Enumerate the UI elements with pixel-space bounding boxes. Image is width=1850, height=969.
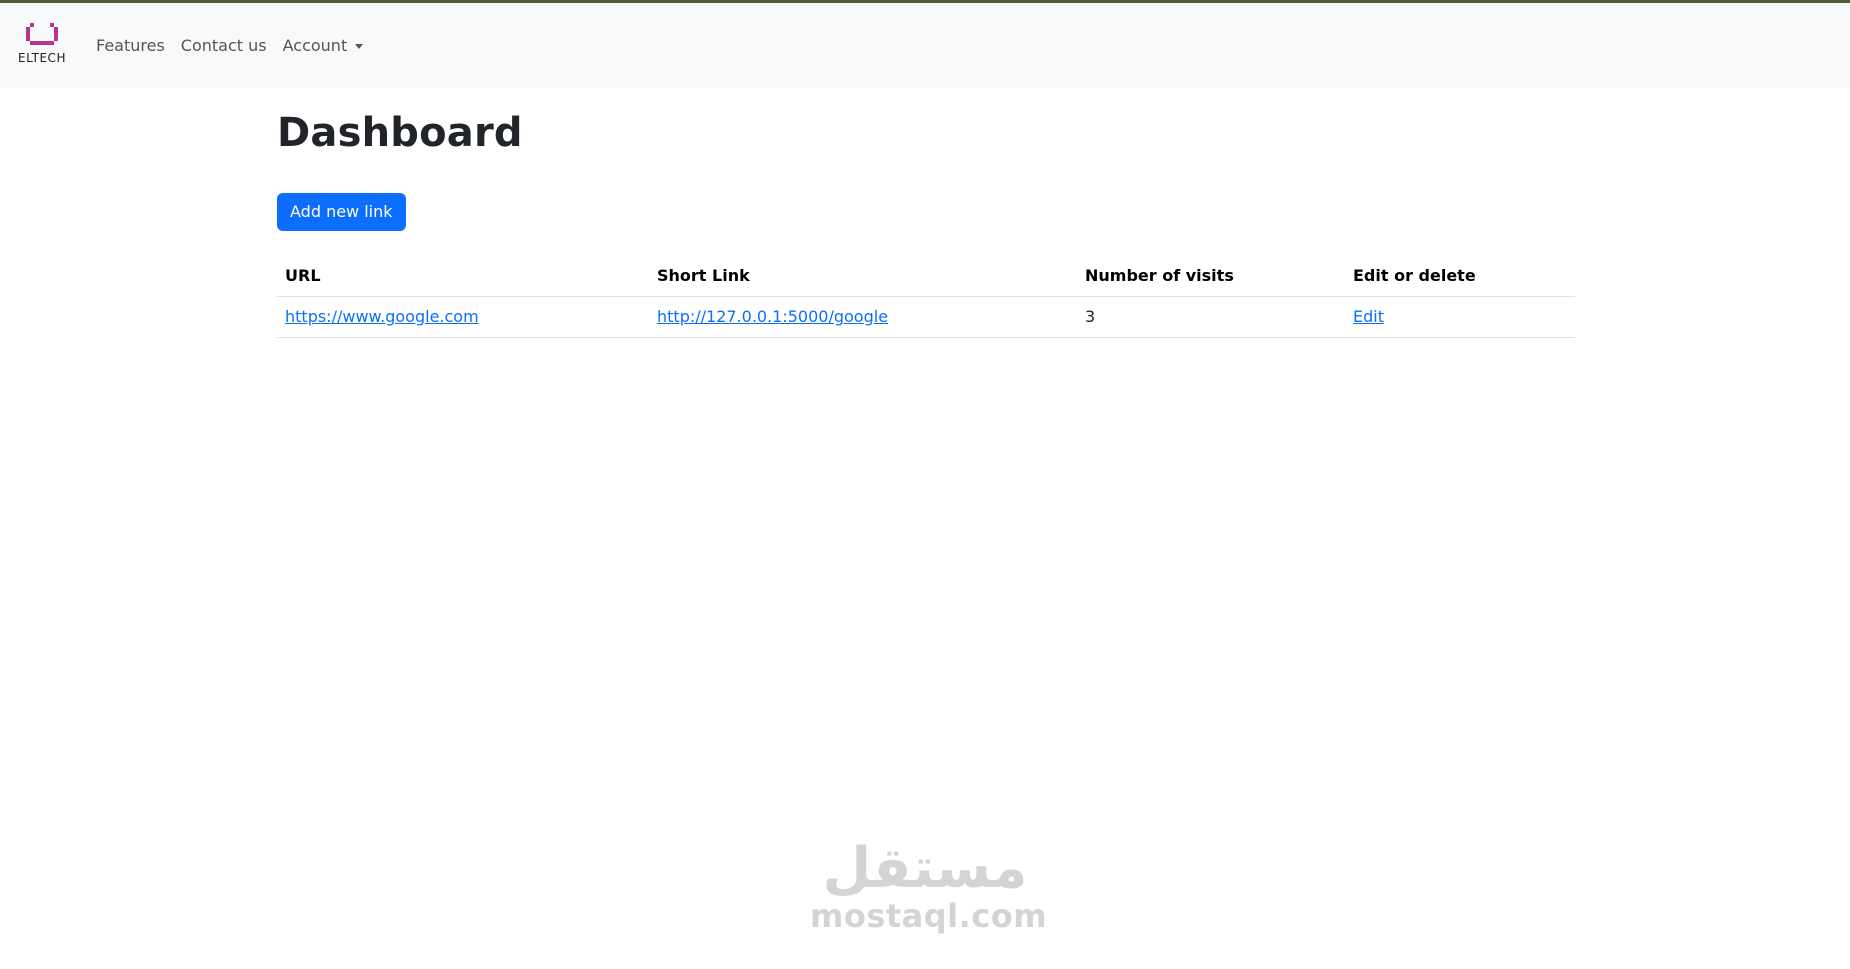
- table-row: https://www.google.com http://127.0.0.1:…: [277, 296, 1575, 338]
- add-new-link-button[interactable]: Add new link: [277, 193, 406, 231]
- short-link[interactable]: http://127.0.0.1:5000/google: [657, 307, 888, 326]
- nav-account-dropdown[interactable]: Account: [283, 36, 364, 55]
- nav-contact[interactable]: Contact us: [181, 36, 267, 55]
- brand-logo[interactable]: ELTECH: [12, 23, 72, 71]
- cell-visits: 3: [1077, 296, 1345, 338]
- page-title: Dashboard: [277, 110, 523, 156]
- watermark-arabic: مستقل: [822, 836, 1028, 901]
- header-url: URL: [277, 256, 649, 297]
- cell-action: Edit: [1345, 296, 1575, 338]
- nav-account-label: Account: [282, 36, 348, 55]
- watermark: مستقل mostaql.com: [810, 836, 1048, 935]
- brand-text: ELTECH: [18, 51, 66, 65]
- header-edit-delete: Edit or delete: [1345, 256, 1575, 297]
- nav-links: Features Contact us Account: [96, 36, 379, 55]
- watermark-latin: mostaql.com: [810, 897, 1048, 935]
- table-header-row: URL Short Link Number of visits Edit or …: [277, 256, 1575, 297]
- nav-features[interactable]: Features: [96, 36, 165, 55]
- links-table: URL Short Link Number of visits Edit or …: [277, 256, 1575, 338]
- header-short-link: Short Link: [649, 256, 1077, 297]
- caret-down-icon: [355, 44, 364, 49]
- cell-url: https://www.google.com: [277, 296, 649, 338]
- navbar: ELTECH Features Contact us Account: [0, 3, 1850, 88]
- url-link[interactable]: https://www.google.com: [285, 307, 479, 326]
- eltech-logo-icon: [26, 23, 58, 45]
- cell-short-link: http://127.0.0.1:5000/google: [649, 296, 1077, 338]
- edit-link[interactable]: Edit: [1353, 307, 1384, 326]
- header-visits: Number of visits: [1077, 256, 1345, 297]
